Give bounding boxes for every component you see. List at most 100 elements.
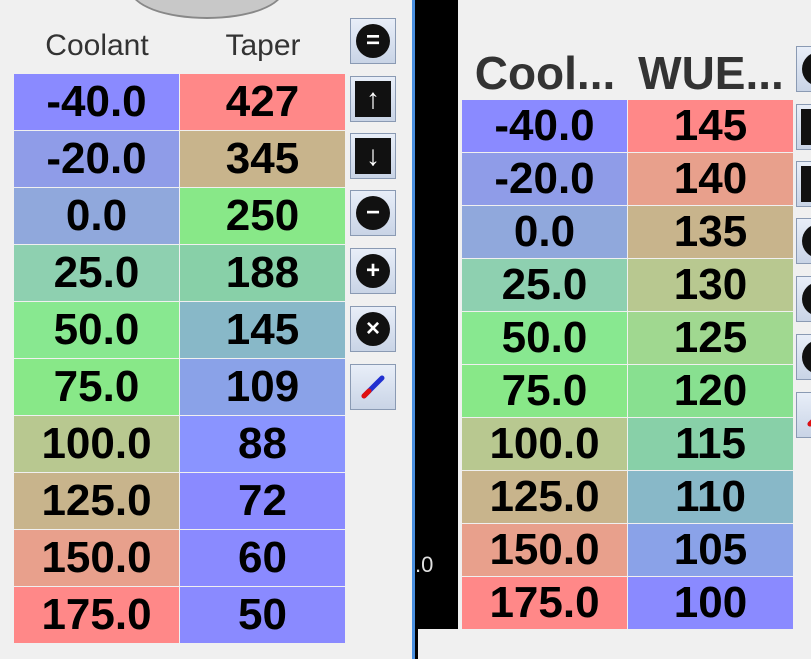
- cell-wue[interactable]: 115: [628, 418, 793, 470]
- cell-coolant[interactable]: 25.0: [462, 259, 627, 311]
- cell-wue[interactable]: 130: [628, 259, 793, 311]
- close-button[interactable]: ×: [796, 334, 811, 380]
- cell-taper[interactable]: 250: [180, 188, 345, 244]
- cell-wue[interactable]: 145: [628, 100, 793, 152]
- table-row: -40.0 145: [462, 100, 794, 153]
- table-body: -40.0 145 -20.0 140 0.0 135 25.0 130 50.0 125 75.0…: [462, 100, 794, 630]
- cell-wue[interactable]: 100: [628, 577, 793, 629]
- cell-taper[interactable]: 427: [180, 74, 345, 130]
- table-row: 125.0 110: [462, 471, 794, 524]
- arrow-up-icon: ↑: [801, 109, 811, 145]
- table-row: 25.0 130: [462, 259, 794, 312]
- plus-icon: +: [802, 282, 811, 316]
- cell-wue[interactable]: 120: [628, 365, 793, 417]
- arrow-down-button[interactable]: ↓: [796, 161, 811, 207]
- cell-coolant[interactable]: 150.0: [462, 524, 627, 576]
- pen-icon: [807, 419, 811, 427]
- minus-icon: −: [356, 196, 390, 230]
- cell-coolant[interactable]: 125.0: [462, 471, 627, 523]
- table-row: 150.0 105: [462, 524, 794, 577]
- cell-coolant[interactable]: 25.0: [14, 245, 179, 301]
- cell-taper[interactable]: 88: [180, 416, 345, 472]
- cell-wue[interactable]: 125: [628, 312, 793, 364]
- cell-taper[interactable]: 145: [180, 302, 345, 358]
- table-row: 125.0 72: [14, 473, 346, 530]
- minus-button[interactable]: −: [796, 218, 811, 264]
- cell-taper[interactable]: 188: [180, 245, 345, 301]
- coolant-wue-table: Cool... WUE... -40.0 145 -20.0 140 0.0 135 25.…: [462, 46, 794, 629]
- equals-icon: =: [356, 24, 390, 58]
- arrow-down-button[interactable]: ↓: [350, 133, 396, 179]
- table-row: 0.0 135: [462, 206, 794, 259]
- table-header: Cool... WUE...: [462, 46, 794, 100]
- minus-button[interactable]: −: [350, 190, 396, 236]
- cell-coolant[interactable]: -20.0: [14, 131, 179, 187]
- table-row: 100.0 115: [462, 418, 794, 471]
- table-row: 50.0 145: [14, 302, 346, 359]
- plus-button[interactable]: +: [796, 276, 811, 322]
- cell-taper[interactable]: 109: [180, 359, 345, 415]
- cell-coolant[interactable]: -40.0: [14, 74, 179, 130]
- table-body: -40.0 427 -20.0 345 0.0 250 25.0 188 50.0 145 75.0…: [14, 74, 346, 644]
- pen-icon: [361, 375, 385, 399]
- cell-coolant[interactable]: 75.0: [462, 365, 627, 417]
- arrow-up-button[interactable]: ↑: [350, 76, 396, 122]
- close-icon: ×: [356, 312, 390, 346]
- equals-button[interactable]: =: [796, 46, 811, 92]
- pen-button[interactable]: [350, 364, 396, 410]
- cell-wue[interactable]: 105: [628, 524, 793, 576]
- table-row: 150.0 60: [14, 530, 346, 587]
- cell-taper[interactable]: 50: [180, 587, 345, 643]
- cell-wue[interactable]: 110: [628, 471, 793, 523]
- cell-coolant[interactable]: -20.0: [462, 153, 627, 205]
- table-row: 175.0 100: [462, 577, 794, 630]
- cell-coolant[interactable]: 175.0: [14, 587, 179, 643]
- table-row: 25.0 188: [14, 245, 346, 302]
- plus-icon: +: [356, 254, 390, 288]
- close-icon: ×: [802, 340, 811, 374]
- arrow-down-icon: ↓: [801, 166, 811, 202]
- plus-button[interactable]: +: [350, 248, 396, 294]
- coolant-taper-table: Coolant Taper -40.0 427 -20.0 345 0.0 250 25.0…: [14, 18, 346, 643]
- cell-wue[interactable]: 140: [628, 153, 793, 205]
- cell-coolant[interactable]: 0.0: [14, 188, 179, 244]
- table-header: Coolant Taper: [14, 18, 346, 74]
- table-button-column: = ↑ ↓ − + ×: [796, 46, 811, 446]
- table-row: -20.0 345: [14, 131, 346, 188]
- table-row: -20.0 140: [462, 153, 794, 206]
- arrow-down-icon: ↓: [355, 138, 391, 174]
- panel-footer: [418, 629, 811, 659]
- cell-wue[interactable]: 135: [628, 206, 793, 258]
- cell-coolant[interactable]: 0.0: [462, 206, 627, 258]
- column-header-taper: Taper: [225, 29, 301, 62]
- equals-icon: =: [802, 52, 811, 86]
- column-header-coolant: Cool...: [474, 47, 616, 99]
- cell-coolant[interactable]: 50.0: [462, 312, 627, 364]
- cell-taper[interactable]: 60: [180, 530, 345, 586]
- gauge-arc: [130, 0, 284, 19]
- table-row: 175.0 50: [14, 587, 346, 644]
- cell-coolant[interactable]: -40.0: [462, 100, 627, 152]
- cell-coolant[interactable]: 100.0: [462, 418, 627, 470]
- column-header-coolant: Coolant: [45, 29, 149, 62]
- minus-icon: −: [802, 224, 811, 258]
- table-row: 100.0 88: [14, 416, 346, 473]
- table-button-column: = ↑ ↓ − + ×: [348, 18, 398, 418]
- cell-coolant[interactable]: 100.0: [14, 416, 179, 472]
- arrow-up-button[interactable]: ↑: [796, 104, 811, 150]
- cell-taper[interactable]: 345: [180, 131, 345, 187]
- cell-coolant[interactable]: 50.0: [14, 302, 179, 358]
- table-row: 75.0 109: [14, 359, 346, 416]
- equals-button[interactable]: =: [350, 18, 396, 64]
- arrow-up-icon: ↑: [355, 81, 391, 117]
- table-row: 75.0 120: [462, 365, 794, 418]
- table-row: 0.0 250: [14, 188, 346, 245]
- cell-coolant[interactable]: 125.0: [14, 473, 179, 529]
- close-button[interactable]: ×: [350, 306, 396, 352]
- cell-coolant[interactable]: 150.0: [14, 530, 179, 586]
- cell-coolant[interactable]: 75.0: [14, 359, 179, 415]
- cell-coolant[interactable]: 175.0: [462, 577, 627, 629]
- cell-taper[interactable]: 72: [180, 473, 345, 529]
- pen-button[interactable]: [796, 392, 811, 438]
- table-row: -40.0 427: [14, 74, 346, 131]
